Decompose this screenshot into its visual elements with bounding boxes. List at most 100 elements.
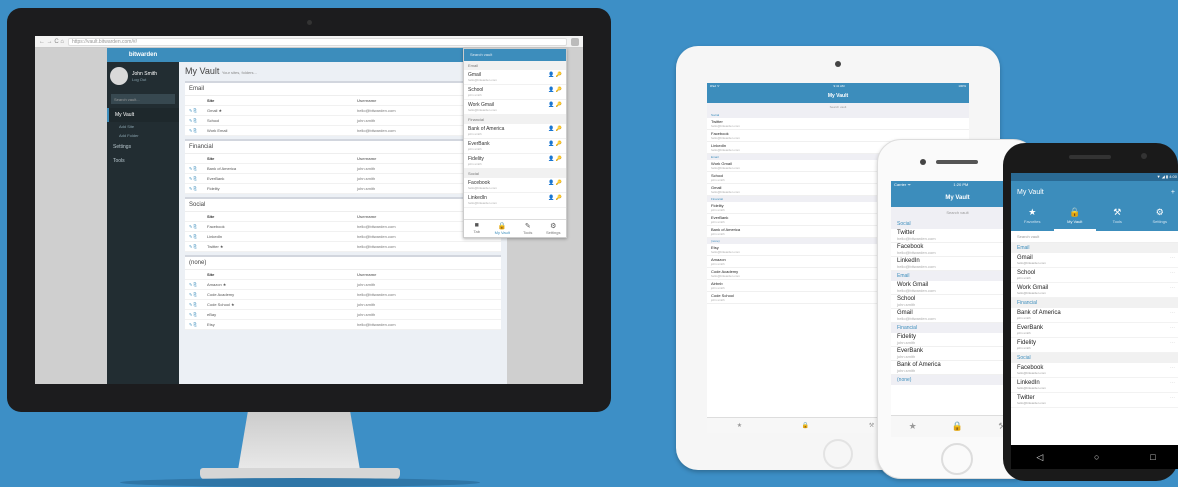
site-name[interactable]: Etsy bbox=[207, 322, 357, 327]
folder-header[interactable]: Email bbox=[185, 83, 501, 96]
sidebar-subitem-add-site[interactable]: Add Site bbox=[107, 122, 179, 131]
table-row[interactable]: ✎ ⎘ Code School ★ john.smith bbox=[185, 300, 501, 310]
site-name[interactable]: Fidelity bbox=[207, 186, 357, 191]
extension-list-item[interactable]: School john.smith 👤 🔑 bbox=[464, 85, 566, 100]
copy-icons[interactable]: 👤 🔑 bbox=[548, 156, 562, 166]
sidebar-item-tools[interactable]: Tools bbox=[107, 154, 179, 168]
site-name[interactable]: EverBank bbox=[207, 176, 357, 181]
tab-settings[interactable]: ⚙ Settings bbox=[1139, 205, 1178, 231]
folder-header[interactable]: (none) bbox=[185, 257, 501, 270]
table-row[interactable]: ✎ ⎘ EverBank john.smith bbox=[185, 174, 501, 184]
brand-logo[interactable]: bitwarden bbox=[107, 48, 179, 62]
site-name[interactable]: eBay bbox=[207, 312, 357, 317]
copy-icons[interactable]: 👤 🔑 bbox=[548, 180, 562, 190]
list-item[interactable]: Fidelity john.smith ⋯ bbox=[1011, 338, 1178, 353]
home-button[interactable] bbox=[941, 443, 973, 475]
list-item[interactable]: LinkedIn hello@bitwarden.com ⋯ bbox=[1011, 378, 1178, 393]
search-input[interactable]: Search vault bbox=[707, 103, 969, 112]
sidebar-item-settings[interactable]: Settings bbox=[107, 140, 179, 154]
more-icon[interactable]: ⋯ bbox=[1170, 285, 1175, 295]
more-icon[interactable]: ⋯ bbox=[1170, 255, 1175, 265]
extension-icon[interactable] bbox=[571, 37, 579, 46]
list-item[interactable]: Gmail hello@bitwarden.com ⋯ bbox=[1011, 253, 1178, 268]
extension-tab[interactable]: 🔒 My Vault bbox=[490, 220, 516, 237]
add-icon[interactable]: + bbox=[1171, 181, 1175, 205]
home-icon[interactable]: ○ bbox=[1094, 452, 1099, 462]
extension-list-item[interactable]: Facebook hello@bitwarden.com 👤 🔑 bbox=[464, 178, 566, 193]
table-row[interactable]: ✎ ⎘ Bank of America john.smith bbox=[185, 164, 501, 174]
extension-tab[interactable]: ✎ Tools bbox=[515, 220, 541, 237]
extension-list-item[interactable]: Work Gmail hello@bitwarden.com 👤 🔑 bbox=[464, 100, 566, 115]
edit-icon[interactable]: ✎ ⎘ bbox=[189, 292, 207, 297]
tab-tools[interactable]: ⚒ Tools bbox=[1096, 205, 1139, 231]
copy-icons[interactable]: 👤 🔑 bbox=[548, 72, 562, 82]
table-row[interactable]: ✎ ⎘ Etsy hello@bitwarden.com bbox=[185, 320, 501, 330]
extension-search-input[interactable]: Search vault bbox=[464, 49, 566, 61]
copy-icons[interactable]: 👤 🔑 bbox=[548, 87, 562, 97]
list-item[interactable]: Bank of America john.smith ⋯ bbox=[1011, 308, 1178, 323]
table-row[interactable]: ✎ ⎘ Fidelity john.smith bbox=[185, 184, 501, 194]
table-row[interactable]: ✎ ⎘ eBay john.smith bbox=[185, 310, 501, 320]
lock-icon[interactable]: 🔒 bbox=[802, 422, 809, 429]
table-row[interactable]: ✎ ⎘ Work Email hello@bitwarden.com bbox=[185, 126, 501, 136]
edit-icon[interactable]: ✎ ⎘ bbox=[189, 186, 207, 191]
site-name[interactable]: Code Academy bbox=[207, 292, 357, 297]
site-name[interactable]: Twitter ★ bbox=[207, 244, 357, 249]
edit-icon[interactable]: ✎ ⎘ bbox=[189, 234, 207, 239]
site-name[interactable]: LinkedIn bbox=[207, 234, 357, 239]
table-row[interactable]: ✎ ⎘ Facebook hello@bitwarden.com bbox=[185, 222, 501, 232]
site-name[interactable]: School bbox=[207, 118, 357, 123]
edit-icon[interactable]: ✎ ⎘ bbox=[189, 302, 207, 307]
favorites-icon[interactable]: ★ bbox=[737, 422, 742, 429]
extension-list-item[interactable]: EverBank john.smith 👤 🔑 bbox=[464, 139, 566, 154]
copy-icons[interactable]: 👤 🔑 bbox=[548, 195, 562, 205]
more-icon[interactable]: ⋯ bbox=[1170, 340, 1175, 350]
site-name[interactable]: Work Email bbox=[207, 128, 357, 133]
folder-header[interactable]: Financial bbox=[185, 141, 501, 154]
extension-list-item[interactable]: Fidelity john.smith 👤 🔑 bbox=[464, 154, 566, 169]
table-row[interactable]: ✎ ⎘ School john.smith bbox=[185, 116, 501, 126]
edit-icon[interactable]: ✎ ⎘ bbox=[189, 108, 207, 113]
tab-favorites[interactable]: ★ Favorites bbox=[1011, 205, 1054, 231]
copy-icons[interactable]: 👤 🔑 bbox=[548, 102, 562, 112]
extension-tab[interactable]: ■ Tab bbox=[464, 220, 490, 237]
lock-icon[interactable]: 🔒 bbox=[952, 421, 963, 432]
extension-list-item[interactable]: Gmail hello@bitwarden.com 👤 🔑 bbox=[464, 70, 566, 85]
list-item[interactable]: Facebook hello@bitwarden.com ⋯ bbox=[1011, 363, 1178, 378]
more-icon[interactable]: ⋯ bbox=[1170, 325, 1175, 335]
more-icon[interactable]: ⋯ bbox=[1170, 310, 1175, 320]
back-icon[interactable]: ◁ bbox=[1036, 452, 1043, 463]
edit-icon[interactable]: ✎ ⎘ bbox=[189, 322, 207, 327]
list-item[interactable]: EverBank john.smith ⋯ bbox=[1011, 323, 1178, 338]
sidebar-search-input[interactable]: Search vault... bbox=[111, 94, 175, 104]
sidebar-item-my-vault[interactable]: My Vault bbox=[107, 108, 179, 122]
site-name[interactable]: Code School ★ bbox=[207, 302, 357, 307]
folder-header[interactable]: Social bbox=[185, 199, 501, 212]
more-icon[interactable]: ⋯ bbox=[1170, 395, 1175, 405]
home-button[interactable] bbox=[823, 439, 853, 469]
edit-icon[interactable]: ✎ ⎘ bbox=[189, 176, 207, 181]
edit-icon[interactable]: ✎ ⎘ bbox=[189, 166, 207, 171]
tab-my-vault[interactable]: 🔒 My Vault bbox=[1053, 205, 1096, 231]
site-name[interactable]: Bank of America bbox=[207, 166, 357, 171]
tools-icon[interactable]: ⚒ bbox=[869, 422, 874, 429]
recents-icon[interactable]: □ bbox=[1150, 452, 1155, 462]
logout-link[interactable]: Log Out bbox=[132, 77, 157, 82]
list-item[interactable]: Twitter hello@bitwarden.com ⋯ bbox=[1011, 393, 1178, 408]
list-item[interactable]: Twitter hello@bitwarden.com bbox=[707, 118, 969, 130]
extension-list-item[interactable]: Bank of America john.smith 👤 🔑 bbox=[464, 124, 566, 139]
more-icon[interactable]: ⋯ bbox=[1170, 365, 1175, 375]
search-input[interactable]: Search vault bbox=[1011, 231, 1178, 243]
table-row[interactable]: ✎ ⎘ Gmail ★ hello@bitwarden.com bbox=[185, 106, 501, 116]
extension-list-item[interactable]: LinkedIn hello@bitwarden.com 👤 🔑 bbox=[464, 193, 566, 208]
table-row[interactable]: ✎ ⎘ Twitter ★ hello@bitwarden.com bbox=[185, 242, 501, 252]
copy-icons[interactable]: 👤 🔑 bbox=[548, 126, 562, 136]
table-row[interactable]: ✎ ⎘ Code Academy hello@bitwarden.com bbox=[185, 290, 501, 300]
sidebar-subitem-add-folder[interactable]: Add Folder bbox=[107, 131, 179, 140]
copy-icons[interactable]: 👤 🔑 bbox=[548, 141, 562, 151]
edit-icon[interactable]: ✎ ⎘ bbox=[189, 312, 207, 317]
table-row[interactable]: ✎ ⎘ LinkedIn hello@bitwarden.com bbox=[185, 232, 501, 242]
edit-icon[interactable]: ✎ ⎘ bbox=[189, 244, 207, 249]
edit-icon[interactable]: ✎ ⎘ bbox=[189, 224, 207, 229]
edit-icon[interactable]: ✎ ⎘ bbox=[189, 282, 207, 287]
